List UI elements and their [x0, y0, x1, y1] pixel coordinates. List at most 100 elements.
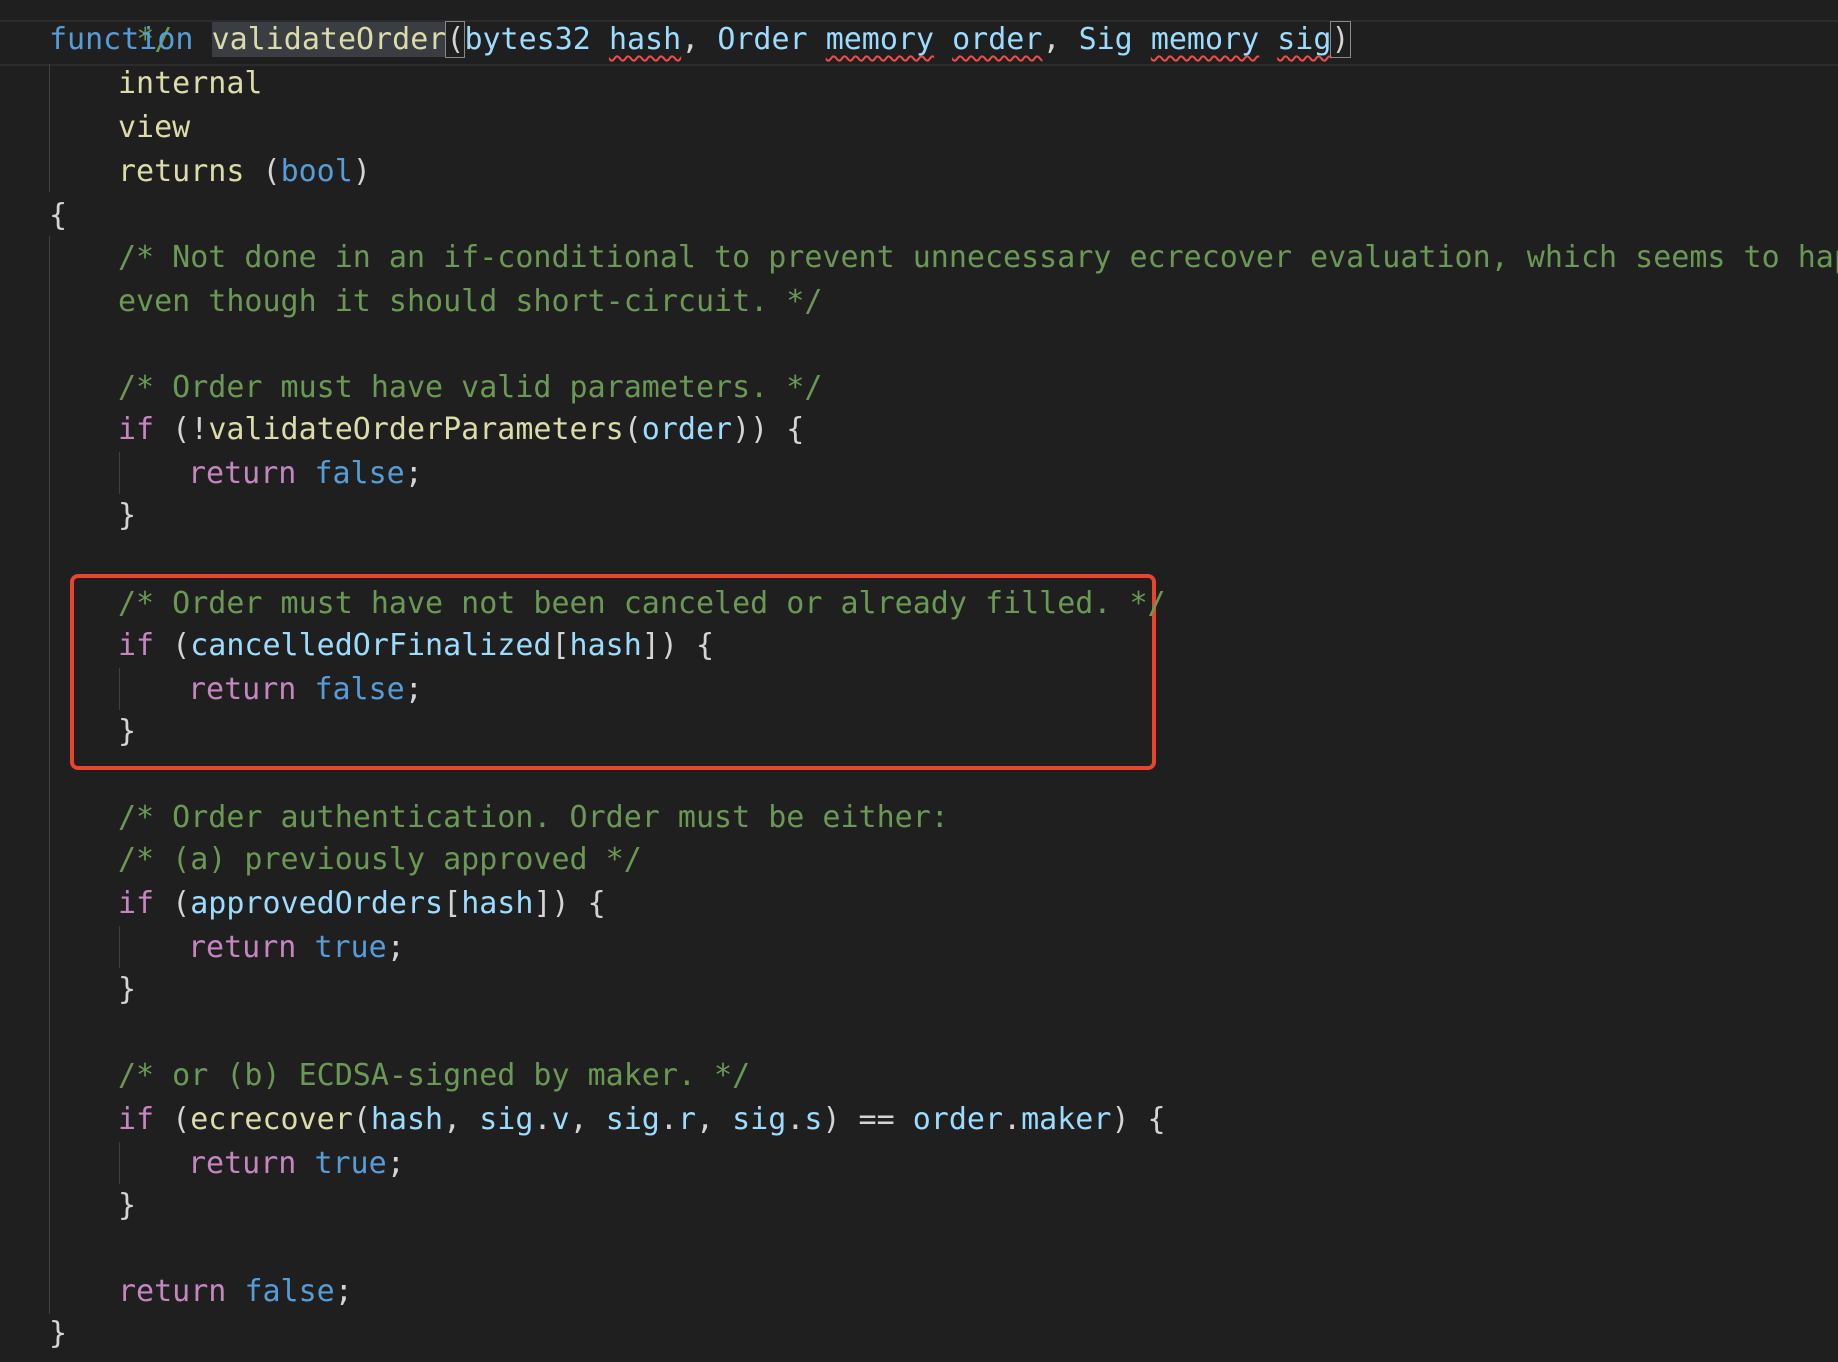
code-line: return false;	[188, 668, 423, 712]
literal: false	[244, 1274, 335, 1309]
code-line: /* Order authentication. Order must be e…	[118, 796, 949, 840]
indent-guide	[119, 1142, 120, 1184]
close-paren: )	[1330, 21, 1351, 58]
storage-location: memory	[825, 22, 935, 57]
literal: true	[314, 930, 387, 965]
punct: ]) {	[533, 886, 606, 921]
close-brace: }	[118, 498, 137, 533]
code-line: internal	[118, 62, 263, 106]
return-keyword: return	[188, 1146, 297, 1181]
identifier: v	[551, 1102, 570, 1137]
return-keyword: return	[118, 1274, 227, 1309]
identifier: sig	[605, 1102, 660, 1137]
modifier-view: view	[118, 110, 191, 145]
paren: (	[244, 154, 281, 189]
close-brace: }	[118, 1188, 137, 1223]
storage-location: memory	[1150, 22, 1260, 57]
punct: (!	[154, 412, 209, 447]
function-call: ecrecover	[190, 1102, 353, 1137]
function-name[interactable]: validateOrder	[211, 22, 447, 57]
param-type: Order	[717, 22, 808, 57]
open-paren: (	[445, 21, 466, 58]
return-keyword: return	[188, 672, 297, 707]
param-name: hash	[608, 22, 682, 57]
punct: (	[154, 886, 191, 921]
punct: [	[443, 886, 462, 921]
punct: )) {	[732, 412, 805, 447]
code-line: }	[118, 968, 136, 1012]
punct: ) {	[1111, 1102, 1166, 1137]
punct: ]) {	[641, 628, 715, 663]
code-line: }	[118, 1184, 136, 1228]
code-line: /* Not done in an if-conditional to prev…	[118, 236, 1838, 280]
identifier: sig	[732, 1102, 787, 1137]
returns-keyword: returns	[118, 154, 245, 189]
indent-guide	[49, 236, 50, 1314]
indent-guide	[119, 452, 120, 494]
param-name: order	[952, 22, 1043, 57]
literal: true	[314, 1146, 387, 1181]
identifier: approvedOrders	[190, 886, 444, 921]
code-line: if (ecrecover(hash, sig.v, sig.r, sig.s)…	[118, 1098, 1166, 1142]
param-type: bytes32	[464, 22, 591, 57]
punct: ,	[696, 1102, 733, 1137]
if-keyword: if	[118, 628, 155, 663]
identifier: order	[641, 412, 733, 447]
keyword: function	[49, 22, 194, 57]
param-type: Sig	[1078, 22, 1133, 57]
comment: /* Not done in an if-conditional to prev…	[118, 240, 1838, 275]
identifier: r	[677, 1102, 696, 1137]
semicolon: ;	[404, 456, 423, 491]
punct: (	[623, 412, 642, 447]
comment: /* Order authentication. Order must be e…	[118, 800, 949, 835]
code-line-signature: function validateOrder(bytes32 hash, Ord…	[49, 18, 1351, 62]
if-keyword: if	[118, 886, 155, 921]
identifier: maker	[1021, 1102, 1112, 1137]
if-keyword: if	[118, 1102, 155, 1137]
code-line: /* or (b) ECDSA-signed by maker. */	[118, 1054, 750, 1098]
function-call: validateOrderParameters	[208, 412, 624, 447]
return-keyword: return	[188, 930, 297, 965]
paren: )	[352, 154, 371, 189]
code-line: return false;	[118, 1270, 353, 1314]
open-brace: {	[49, 198, 68, 233]
param-name: sig	[1277, 22, 1332, 57]
indent-guide	[119, 926, 120, 968]
comment: /* or (b) ECDSA-signed by maker. */	[118, 1058, 751, 1093]
code-line: if (!validateOrderParameters(order)) {	[118, 408, 804, 452]
indent-guide	[49, 64, 50, 192]
literal: false	[314, 456, 405, 491]
identifier: order	[912, 1102, 1004, 1137]
code-line: view	[118, 106, 190, 150]
punct: (	[154, 1102, 191, 1137]
identifier: hash	[461, 886, 534, 921]
comma: ,	[681, 22, 718, 57]
code-line: }	[49, 1312, 67, 1356]
operator: ) ==	[822, 1102, 913, 1137]
code-line: if (approvedOrders[hash]) {	[118, 882, 606, 926]
semicolon: ;	[386, 930, 405, 965]
code-line: /* Order must have not been canceled or …	[118, 582, 1166, 626]
code-editor[interactable]: */ function validateOrder(bytes32 hash, …	[0, 0, 1838, 1362]
identifier: hash	[370, 1102, 444, 1137]
punct: (	[154, 628, 191, 663]
code-line: if (cancelledOrFinalized[hash]) {	[118, 624, 714, 668]
modifier-internal: internal	[118, 66, 263, 101]
semicolon: ;	[404, 672, 423, 707]
return-type: bool	[280, 154, 353, 189]
identifier: sig	[479, 1102, 534, 1137]
code-line: returns (bool)	[118, 150, 371, 194]
punct: ,	[443, 1102, 480, 1137]
comma: ,	[1042, 22, 1079, 57]
code-line: /* (a) previously approved */	[118, 838, 642, 882]
if-keyword: if	[118, 412, 155, 447]
punct: [	[551, 628, 570, 663]
punct: .	[533, 1102, 552, 1137]
punct: .	[1003, 1102, 1022, 1137]
identifier: s	[804, 1102, 823, 1137]
comment: even though it should short-circuit. */	[118, 284, 823, 319]
code-line: }	[118, 710, 136, 754]
close-brace: }	[118, 972, 137, 1007]
comment: /* Order must have valid parameters. */	[118, 370, 823, 405]
code-line: return true;	[188, 1142, 405, 1186]
